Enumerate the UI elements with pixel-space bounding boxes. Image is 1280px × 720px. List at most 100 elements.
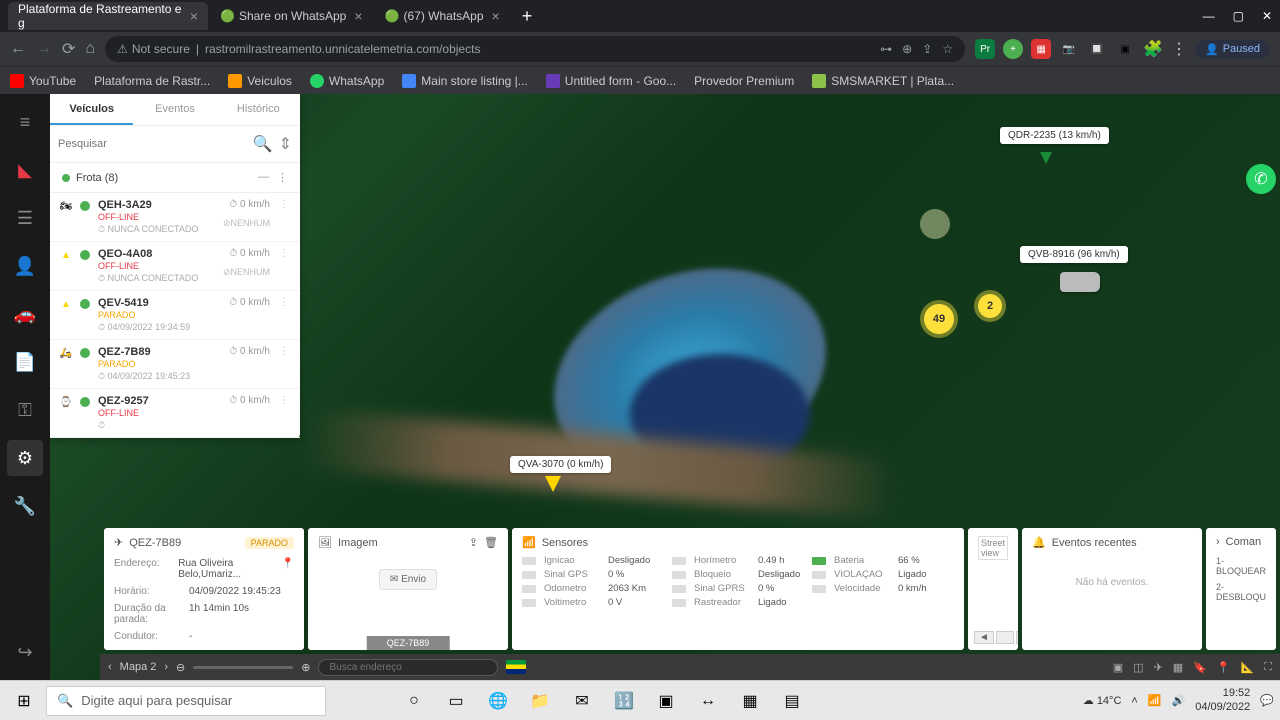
vehicle-list-item[interactable]: ⌚ QEZ-9257 OFF-LINE ⏱ ⏱ 0 km/h ⋮: [50, 389, 300, 438]
weather-widget[interactable]: ☁ 14°C: [1083, 694, 1122, 707]
bookmark-item[interactable]: Plataforma de Rastr...: [94, 74, 210, 88]
flag-icon[interactable]: [506, 660, 526, 674]
map-canvas[interactable]: Veículos Eventos Histórico 🔍 ⇕ Frota (8)…: [50, 94, 1280, 680]
location-icon[interactable]: ✈: [1154, 661, 1163, 674]
bookmark-item[interactable]: Main store listing |...: [402, 74, 528, 88]
key-icon[interactable]: ⊶: [880, 42, 892, 56]
mail-icon[interactable]: ✉: [562, 685, 602, 717]
vehicle-list-item[interactable]: ▲ QEV-5419 PARADO ⏱ 04/09/2022 19:34:59 …: [50, 291, 300, 340]
url-input[interactable]: ⚠ Not secure | rastromilrastreamento.unn…: [105, 36, 965, 62]
clock-time[interactable]: 19:52: [1195, 687, 1250, 700]
map-marker-label[interactable]: QVB-8916 (96 km/h): [1020, 246, 1128, 263]
bookmark-item[interactable]: YouTube: [10, 74, 76, 88]
ext-icon[interactable]: 📷: [1059, 39, 1079, 59]
vehicle-list-item[interactable]: 🏍 QEH-3A29 OFF-LINE ⏱ NUNCA CONECTADO ⏱ …: [50, 193, 300, 242]
new-tab-button[interactable]: +: [512, 6, 543, 27]
more-icon[interactable]: ⋮: [276, 199, 292, 235]
layer-icon[interactable]: ◫: [1133, 661, 1143, 674]
clock-date[interactable]: 04/09/2022: [1195, 701, 1250, 714]
bookmark-item[interactable]: Untitled form - Goo...: [546, 74, 676, 88]
whatsapp-fab[interactable]: ✆: [1246, 164, 1276, 194]
send-button[interactable]: ✉ Envio: [379, 569, 437, 590]
map-cluster[interactable]: 2: [978, 294, 1002, 318]
map-marker-label[interactable]: QDR-2235 (13 km/h): [1000, 127, 1109, 144]
notifications-icon[interactable]: 💬: [1260, 694, 1274, 707]
windows-search[interactable]: 🔍 Digite aqui para pesquisar: [46, 686, 326, 716]
bookmark-item[interactable]: SMSMARKET | Plata...: [812, 74, 954, 88]
ext-icon[interactable]: 🔲: [1087, 39, 1107, 59]
pager-next[interactable]: ►: [1016, 631, 1018, 644]
category-icon[interactable]: ▦: [1173, 661, 1183, 674]
back-icon[interactable]: ←: [10, 40, 26, 58]
tab-historico[interactable]: Histórico: [217, 94, 300, 125]
pin-icon[interactable]: 📍: [282, 558, 294, 580]
bookmark-item[interactable]: WhatsApp: [310, 74, 384, 88]
wifi-icon[interactable]: 📶: [1148, 694, 1162, 707]
more-icon[interactable]: ⋮: [276, 297, 292, 333]
speaker-icon[interactable]: 🔊: [1172, 694, 1186, 707]
tab-veiculos[interactable]: Veículos: [50, 94, 133, 125]
chrome-icon[interactable]: 🌐: [478, 685, 518, 717]
menu-icon[interactable]: ≡: [7, 104, 43, 140]
bookmark-icon[interactable]: 🔖: [1193, 661, 1207, 674]
chevron-right-icon[interactable]: ›: [1216, 536, 1220, 548]
ext-icon[interactable]: ▣: [1115, 39, 1135, 59]
browser-tab[interactable]: 🟢 (67) WhatsApp×: [375, 2, 510, 30]
maximize-icon[interactable]: ▢: [1233, 9, 1244, 23]
ext-icon[interactable]: +: [1003, 39, 1023, 59]
list-icon[interactable]: ☰: [7, 200, 43, 236]
streetview-label[interactable]: Street view: [978, 536, 1008, 560]
browser-tab-active[interactable]: Plataforma de Rastreamento e g×: [8, 2, 208, 30]
browser-tab[interactable]: 🟢 Share on WhatsApp×: [210, 2, 373, 30]
ext-icon[interactable]: ▦: [1031, 39, 1051, 59]
ruler-icon[interactable]: 📐: [1241, 661, 1255, 674]
chevron-left-icon[interactable]: ‹: [108, 661, 112, 673]
translate-icon[interactable]: ⊕: [902, 42, 912, 56]
document-icon[interactable]: 📄: [7, 344, 43, 380]
extensions-icon[interactable]: 🧩: [1143, 39, 1163, 59]
vehicle-list-item[interactable]: ▲ QEO-4A08 OFF-LINE ⏱ NUNCA CONECTADO ⏱ …: [50, 242, 300, 291]
reload-icon[interactable]: ⟳: [62, 39, 75, 59]
home-icon[interactable]: ⌂: [85, 40, 95, 58]
start-button[interactable]: ⊞: [6, 685, 42, 717]
tab-eventos[interactable]: Eventos: [133, 94, 216, 125]
more-icon[interactable]: ⋮: [277, 171, 288, 184]
bookmark-item[interactable]: Veiculos: [228, 74, 292, 88]
trash-icon[interactable]: 🗑: [484, 536, 498, 549]
gear-icon[interactable]: ⚙: [7, 440, 43, 476]
collapse-icon[interactable]: —: [258, 171, 269, 184]
users-icon[interactable]: 👤: [7, 248, 43, 284]
app-icon[interactable]: ▤: [772, 685, 812, 717]
chevron-right-icon[interactable]: ›: [164, 661, 168, 673]
map-cluster[interactable]: 49: [924, 304, 954, 334]
share-icon[interactable]: ⇪: [922, 42, 932, 56]
star-icon[interactable]: ☆: [942, 42, 953, 56]
more-icon[interactable]: ⋮: [276, 395, 292, 431]
logout-icon[interactable]: ↪: [7, 634, 43, 670]
chevron-up-icon[interactable]: ˄: [1131, 695, 1137, 707]
close-icon[interactable]: ×: [492, 8, 500, 24]
compact-icon[interactable]: ⇕: [279, 134, 292, 154]
fleet-header[interactable]: Frota (8) —⋮: [50, 163, 300, 193]
map-marker-label[interactable]: QVA-3070 (0 km/h): [510, 456, 611, 473]
more-icon[interactable]: ⋮: [276, 248, 292, 284]
zoom-slider[interactable]: [193, 666, 293, 669]
share-icon[interactable]: ⚿: [7, 392, 43, 428]
vehicles-icon[interactable]: 🚗: [7, 296, 43, 332]
zoom-in-icon[interactable]: ⊕: [301, 661, 310, 674]
wrench-icon[interactable]: 🔧: [7, 488, 43, 524]
address-search[interactable]: [318, 659, 498, 676]
vehicle-list-item[interactable]: 🛵 QEZ-7B89 PARADO ⏱ 04/09/2022 19:45:23 …: [50, 340, 300, 389]
ext-icon[interactable]: Pr: [975, 39, 995, 59]
hide-panel-icon[interactable]: ▣: [1113, 661, 1123, 674]
profile-paused[interactable]: 👤 Paused: [1195, 40, 1270, 59]
close-icon[interactable]: ×: [354, 8, 362, 24]
app-icon[interactable]: ▦: [730, 685, 770, 717]
pager-prev[interactable]: ◄: [974, 631, 994, 644]
fullscreen-icon[interactable]: ⛶: [1264, 661, 1272, 674]
forward-icon[interactable]: →: [36, 40, 52, 58]
menu-icon[interactable]: ⋮: [1171, 39, 1187, 59]
bookmark-item[interactable]: Provedor Premium: [694, 74, 794, 88]
teamviewer-icon[interactable]: ↔: [688, 685, 728, 717]
zoom-out-icon[interactable]: ⊖: [176, 661, 185, 674]
